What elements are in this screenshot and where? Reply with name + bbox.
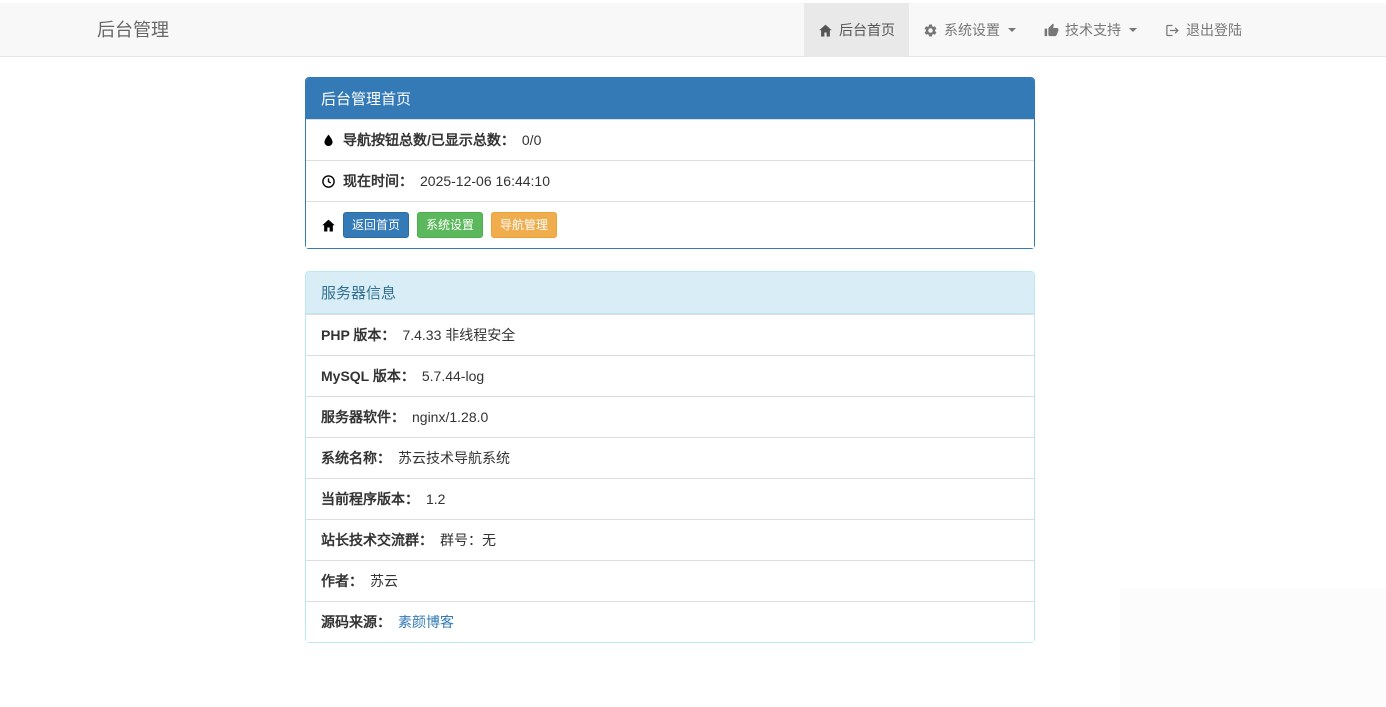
back-home-button[interactable]: 返回首页 <box>343 212 410 238</box>
server-info-row-mysql: MySQL 版本： 5.7.44-log <box>306 355 1034 396</box>
stats-value: 0/0 <box>521 132 542 148</box>
server-info-row-source: 源码来源： 素颜博客 <box>306 601 1034 642</box>
thumbs-up-icon <box>1044 23 1059 38</box>
nav-item-logout[interactable]: 退出登陆 <box>1151 3 1256 57</box>
dashboard-panel-title: 后台管理首页 <box>306 78 1034 119</box>
nav-item-tech-support[interactable]: 技术支持 <box>1030 3 1151 57</box>
main-content: 后台管理首页 导航按钮总数/已显示总数： 0/0 现在时间： 2025-12-0… <box>305 77 1035 643</box>
stats-label: 导航按钮总数/已显示总数： <box>343 132 515 148</box>
navbar-menu: 后台首页 系统设置 技术支持 退出登陆 <box>804 3 1256 57</box>
row-label: 源码来源： <box>321 614 391 630</box>
nav-item-label: 技术支持 <box>1065 22 1121 38</box>
nav-item-label: 后台首页 <box>839 22 895 38</box>
home-icon <box>818 23 833 38</box>
row-value: nginx/1.28.0 <box>412 409 489 425</box>
logout-icon <box>1165 23 1180 38</box>
nav-manage-button[interactable]: 导航管理 <box>491 212 558 238</box>
server-info-row-author: 作者： 苏云 <box>306 560 1034 601</box>
row-value: 苏云 <box>370 573 398 589</box>
corner-shade <box>1120 589 1386 707</box>
dashboard-panel: 后台管理首页 导航按钮总数/已显示总数： 0/0 现在时间： 2025-12-0… <box>305 77 1035 249</box>
row-label: 服务器软件： <box>321 409 405 425</box>
row-value: 7.4.33 非线程安全 <box>402 327 516 343</box>
home-icon <box>321 218 336 233</box>
row-label: PHP 版本： <box>321 327 396 343</box>
server-info-panel-title: 服务器信息 <box>306 272 1034 314</box>
server-info-row-php: PHP 版本： 7.4.33 非线程安全 <box>306 314 1034 355</box>
row-label: 当前程序版本： <box>321 491 419 507</box>
chevron-down-icon <box>1129 28 1137 32</box>
time-row: 现在时间： 2025-12-06 16:44:10 <box>306 160 1034 201</box>
nav-item-label: 系统设置 <box>944 22 1000 38</box>
brand-title[interactable]: 后台管理 <box>97 3 169 57</box>
nav-item-home[interactable]: 后台首页 <box>804 3 909 57</box>
chevron-down-icon <box>1008 28 1016 32</box>
row-value: 群号：无 <box>440 532 496 548</box>
gear-icon <box>923 23 938 38</box>
nav-item-system-settings[interactable]: 系统设置 <box>909 3 1030 57</box>
row-label: 站长技术交流群： <box>321 532 433 548</box>
clock-icon <box>321 174 336 189</box>
stats-row: 导航按钮总数/已显示总数： 0/0 <box>306 119 1034 160</box>
row-value: 1.2 <box>426 491 446 507</box>
time-label: 现在时间： <box>343 173 413 189</box>
source-blog-link[interactable]: 素颜博客 <box>398 612 454 632</box>
server-info-row-qq-group: 站长技术交流群： 群号：无 <box>306 519 1034 560</box>
row-value: 苏云技术导航系统 <box>398 450 510 466</box>
actions-row: 返回首页 系统设置 导航管理 <box>306 201 1034 248</box>
server-info-panel: 服务器信息 PHP 版本： 7.4.33 非线程安全 MySQL 版本： 5.7… <box>305 271 1035 643</box>
server-info-row-software: 服务器软件： nginx/1.28.0 <box>306 396 1034 437</box>
row-label: 作者： <box>321 573 363 589</box>
droplet-icon <box>321 133 336 148</box>
server-info-row-system-name: 系统名称： 苏云技术导航系统 <box>306 437 1034 478</box>
navbar: 后台管理 后台首页 系统设置 技术支持 退出登陆 <box>0 3 1386 57</box>
server-info-row-version: 当前程序版本： 1.2 <box>306 478 1034 519</box>
time-value: 2025-12-06 16:44:10 <box>420 173 550 189</box>
nav-item-label: 退出登陆 <box>1186 22 1242 38</box>
row-label: 系统名称： <box>321 450 391 466</box>
system-settings-button[interactable]: 系统设置 <box>417 212 484 238</box>
row-label: MySQL 版本： <box>321 368 415 384</box>
row-value: 5.7.44-log <box>421 368 485 384</box>
